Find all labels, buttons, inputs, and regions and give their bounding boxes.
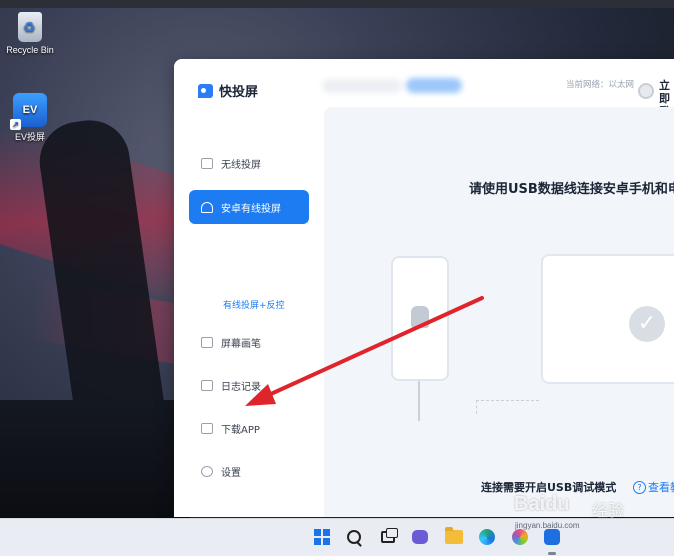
ev-cast-taskbar-button[interactable] [542,527,562,547]
sidebar-item-android-wired-cast[interactable]: 安卓有线投屏 [189,190,309,224]
check-icon: ✓ [629,306,665,342]
photos-icon [512,529,528,545]
wallpaper-top-strip [0,0,674,8]
app-logo: 快投屏 [198,81,258,100]
app-logo-text: 快投屏 [219,85,259,100]
watermark-url: jingyan.baidu.com [515,521,580,530]
file-explorer-icon [445,527,463,544]
sidebar-item-label: 设置 [221,467,241,479]
search-button[interactable] [344,527,364,547]
usb-cable-dash-vertical [476,400,478,414]
android-robot-icon [411,306,429,328]
sidebar-item-download-app[interactable]: 下载APP [189,411,309,445]
ev-cast-icon: EV ↗ [10,93,47,130]
sidebar: 无线投屏 安卓有线投屏 有线投屏+反控 屏幕画笔 日志记录 下载APP 设置 [174,119,322,517]
android-icon [201,201,213,213]
search-icon [347,530,361,544]
sidebar-item-label: 下载APP [221,424,260,436]
sidebar-item-log[interactable]: 日志记录 [189,368,309,402]
edge-icon [479,529,495,545]
usb-cable-dash [476,400,539,402]
task-view-button[interactable] [378,527,398,547]
sidebar-sub-link-wired-control[interactable]: 有线投屏+反控 [223,298,285,311]
sidebar-item-label: 无线投屏 [221,159,261,171]
windows-start-icon [314,529,330,545]
usb-cable-illustration [418,381,420,421]
desktop-icon-label: EV投屏 [14,132,45,142]
file-explorer-button[interactable] [444,527,464,547]
sidebar-item-settings[interactable]: 设置 [189,454,309,488]
page-title: 请使用USB数据线连接安卓手机和电脑 [469,182,674,197]
sidebar-item-screen-pen[interactable]: 屏幕画笔 [189,325,309,359]
sidebar-item-label: 屏幕画笔 [221,338,261,350]
pen-icon [201,336,213,348]
tutorial-link[interactable]: 查看教程 [633,479,674,495]
windows-start-button[interactable] [312,527,332,547]
gear-icon [201,465,213,477]
phone-illustration [391,256,449,381]
wallpaper-grass [0,400,190,520]
edge-button[interactable] [477,527,497,547]
wireless-cast-icon [201,157,213,169]
avatar[interactable] [638,83,654,99]
network-status: 当前网络：以太网 [566,80,635,90]
ev-cast-icon [544,529,560,545]
task-view-icon [381,528,398,543]
sidebar-item-label: 安卓有线投屏 [221,203,281,215]
chat-button[interactable] [410,527,430,547]
desktop-icon-ev-cast[interactable]: EV ↗ EV投屏 [0,93,60,143]
app-logo-icon [198,83,213,98]
sidebar-item-label: 日志记录 [221,381,261,393]
desktop-icon-label: Recycle Bin [6,45,54,55]
desktop-icon-recycle-bin[interactable]: Recycle Bin [0,12,60,55]
photos-button[interactable] [510,527,530,547]
watermark-brand: Baidu [514,493,570,515]
watermark-sub: 经验 [592,501,625,520]
blurred-title [322,79,402,93]
download-icon [201,422,213,434]
log-icon [201,379,213,391]
sidebar-item-wireless-cast[interactable]: 无线投屏 [189,146,309,180]
blurred-button[interactable] [406,78,462,93]
recycle-bin-icon [18,12,42,42]
chat-icon [412,530,428,544]
